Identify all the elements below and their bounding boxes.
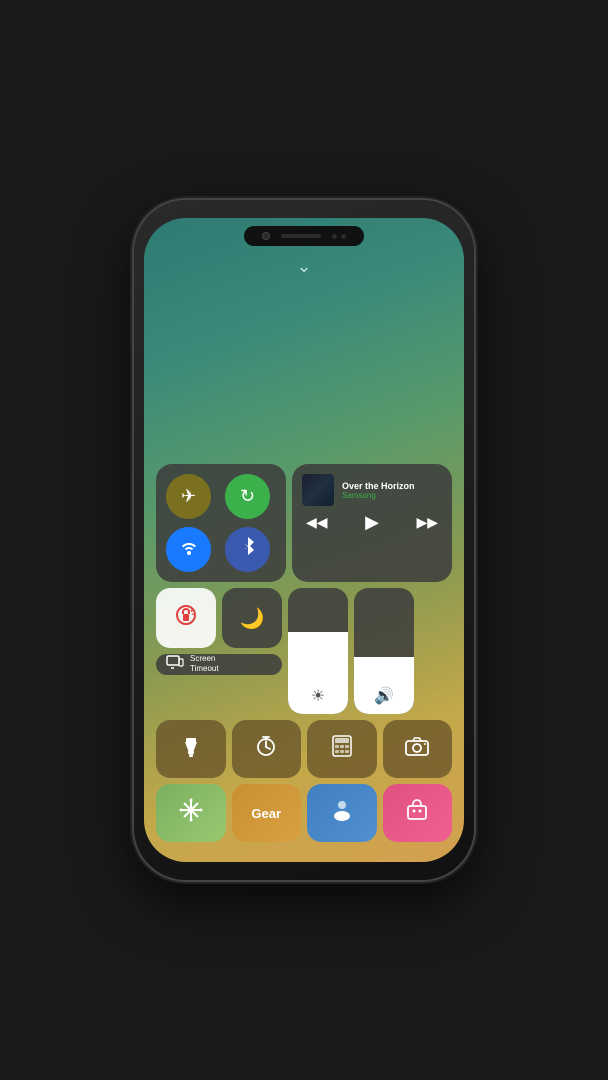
volume-slider[interactable]: 🔊	[354, 588, 414, 714]
snowflake-icon	[179, 798, 203, 828]
bluetooth-toggle[interactable]	[225, 527, 270, 572]
utility-row	[156, 720, 452, 778]
next-button[interactable]: ▶▶	[416, 514, 438, 531]
music-info: Over the Horizon Samsung	[302, 474, 442, 506]
screen-timeout-tile[interactable]: Screen Timeout	[156, 654, 282, 675]
music-title: Over the Horizon	[342, 481, 442, 491]
camera-tile[interactable]	[383, 720, 453, 778]
music-artist: Samsung	[342, 491, 442, 500]
sensor-dot-1	[332, 234, 337, 239]
album-art-image	[302, 474, 334, 506]
person-app-tile[interactable]	[307, 784, 377, 842]
sensors-area	[332, 234, 346, 239]
phone-screen: ⌄ ✈ ↻	[144, 218, 464, 862]
timer-tile[interactable]	[232, 720, 302, 778]
earpiece-speaker	[281, 234, 321, 238]
wifi-toggle[interactable]	[166, 527, 211, 572]
bluetooth-icon	[241, 537, 255, 562]
prev-button[interactable]: ◀◀	[306, 514, 328, 531]
snowflake-app-tile[interactable]	[156, 784, 226, 842]
timer-icon	[255, 735, 277, 763]
brightness-icon: ☀	[311, 686, 325, 706]
gear-app-label: Gear	[251, 806, 281, 821]
lock-icon	[175, 604, 197, 632]
brightness-slider[interactable]: ☀	[288, 588, 348, 714]
rotation-lock-tile[interactable]	[156, 588, 216, 648]
screen-mirror-icon	[166, 655, 184, 674]
play-button[interactable]: ▶	[365, 512, 379, 533]
controls-row: 🌙 Screen Timeout	[156, 588, 452, 714]
shop-app-tile[interactable]	[383, 784, 453, 842]
front-camera	[262, 232, 270, 240]
airplane-mode-toggle[interactable]: ✈	[166, 474, 211, 519]
sliders-group: ☀ 🔊	[288, 588, 414, 714]
music-controls: ◀◀ ▶ ▶▶	[302, 512, 442, 533]
calculator-icon	[332, 735, 352, 763]
rotate-icon: ↻	[240, 486, 255, 507]
camera-icon	[405, 736, 429, 762]
do-not-disturb-tile[interactable]: 🌙	[222, 588, 282, 648]
calculator-tile[interactable]	[307, 720, 377, 778]
airplane-icon: ✈	[181, 486, 196, 507]
screen-timeout-label: Screen Timeout	[190, 654, 219, 675]
volume-icon: 🔊	[374, 686, 394, 706]
connectivity-panel: ✈ ↻	[156, 464, 286, 582]
app-row: Gear	[156, 784, 452, 842]
pull-down-chevron[interactable]: ⌄	[296, 256, 311, 277]
controls-left: 🌙 Screen Timeout	[156, 588, 282, 675]
album-art	[302, 474, 334, 506]
moon-icon: 🌙	[240, 606, 265, 631]
gear-app-tile[interactable]: Gear	[232, 784, 302, 842]
music-panel: Over the Horizon Samsung ◀◀ ▶ ▶▶	[292, 464, 452, 582]
wifi-icon	[179, 539, 199, 560]
sensor-dot-2	[341, 234, 346, 239]
person-icon	[330, 798, 354, 828]
phone-frame: ⌄ ✈ ↻	[134, 200, 474, 880]
control-center: ✈ ↻	[156, 464, 452, 842]
shop-icon	[405, 798, 429, 828]
phone-notch	[244, 226, 364, 246]
music-text: Over the Horizon Samsung	[342, 481, 442, 500]
rotation-lock-toggle[interactable]: ↻	[225, 474, 270, 519]
flashlight-tile[interactable]	[156, 720, 226, 778]
top-row: ✈ ↻	[156, 464, 452, 582]
flashlight-icon	[182, 734, 200, 764]
